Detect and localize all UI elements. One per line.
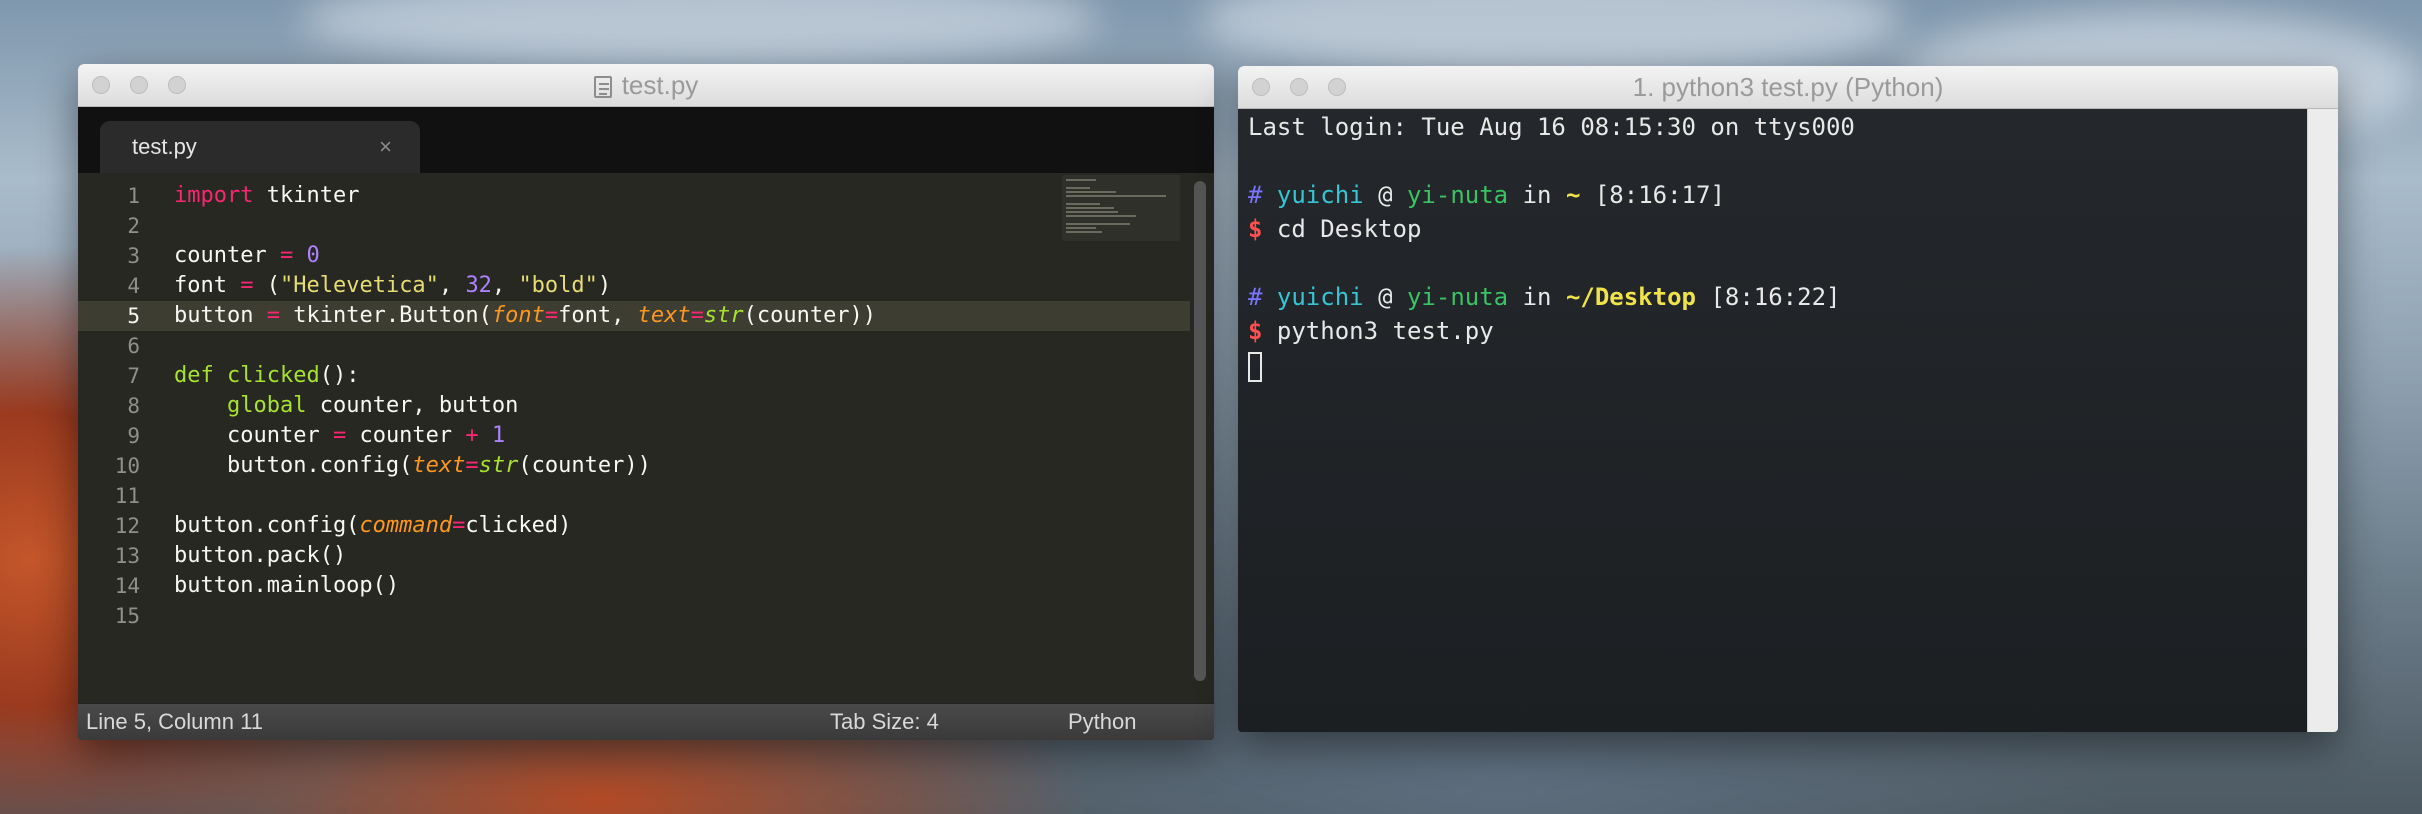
editor-window: test.py test.py × 1 2 3 4 5 6 7 8 9 10 1… [78, 64, 1214, 740]
status-bar: Line 5, Column 11 Tab Size: 4 Python [78, 703, 1214, 740]
terminal-output[interactable]: Last login: Tue Aug 16 08:15:30 on ttys0… [1238, 109, 2338, 732]
line-number: 13 [114, 544, 140, 568]
line-number-gutter: 1 2 3 4 5 6 7 8 9 10 11 12 13 14 15 [78, 181, 140, 631]
line-number: 6 [127, 334, 140, 358]
line-number: 7 [127, 364, 140, 388]
line-number: 2 [127, 214, 140, 238]
line-number: 10 [114, 454, 140, 478]
code-line: button = tkinter.Button(font=font, text=… [174, 303, 877, 328]
code-line: font = ("Helevetica", 32, "bold") [174, 273, 612, 298]
terminal-titlebar[interactable]: 1. python3 test.py (Python) [1238, 66, 2338, 109]
line-number: 8 [127, 394, 140, 418]
line-number: 4 [127, 274, 140, 298]
close-tab-icon[interactable]: × [379, 121, 392, 173]
line-number: 1 [127, 184, 140, 208]
cursor-position[interactable]: Line 5, Column 11 [86, 704, 263, 740]
code-line: button.config(text=str(counter)) [174, 453, 651, 478]
tab-bar: test.py × [78, 107, 1214, 173]
line-number: 15 [114, 604, 140, 628]
code-line: counter = counter + 1 [174, 423, 506, 448]
terminal-scrollbar[interactable] [2307, 109, 2338, 732]
line-number: 9 [127, 424, 140, 448]
background-cloud [300, 0, 1100, 70]
terminal-cursor [1248, 352, 1262, 382]
code-line: button.config(command=clicked) [174, 513, 572, 538]
tab-size-selector[interactable]: Tab Size: 4 [830, 704, 939, 740]
code-line: button.mainloop() [174, 573, 400, 598]
code-line: def clicked(): [174, 363, 360, 388]
minimap[interactable] [1062, 175, 1180, 241]
prompt-line: # yuichi @ yi-nuta in ~/Desktop [8:16:22… [1248, 283, 1841, 311]
code-line: import tkinter [174, 183, 360, 208]
editor-scrollbar[interactable] [1194, 181, 1206, 681]
syntax-selector[interactable]: Python [1068, 704, 1137, 740]
line-number: 5 [127, 304, 140, 328]
line-number: 12 [114, 514, 140, 538]
code-line: global counter, button [226, 393, 519, 418]
editor-titlebar[interactable]: test.py [78, 64, 1214, 107]
editor-window-title: test.py [78, 64, 1214, 106]
code-text[interactable]: import tkinter counter = 0 font = ("Hele… [174, 181, 1054, 631]
last-login-line: Last login: Tue Aug 16 08:15:30 on ttys0… [1248, 113, 1855, 141]
command-line: $ cd Desktop [1248, 215, 1422, 243]
tab-label: test.py [132, 134, 197, 159]
line-number: 14 [114, 574, 140, 598]
terminal-window-title: 1. python3 test.py (Python) [1632, 72, 1944, 102]
tab-test-py[interactable]: test.py × [100, 121, 420, 173]
command-line: $ python3 test.py [1248, 317, 1494, 345]
code-line: button.pack() [174, 543, 347, 568]
code-editor[interactable]: 1 2 3 4 5 6 7 8 9 10 11 12 13 14 15 impo… [78, 173, 1214, 704]
prompt-line: # yuichi @ yi-nuta in ~ [8:16:17] [1248, 181, 1725, 209]
line-number: 3 [127, 244, 140, 268]
code-line: counter = 0 [174, 243, 320, 268]
line-number: 11 [114, 484, 140, 508]
document-icon [593, 76, 612, 98]
terminal-window: 1. python3 test.py (Python) Last login: … [1238, 66, 2338, 732]
